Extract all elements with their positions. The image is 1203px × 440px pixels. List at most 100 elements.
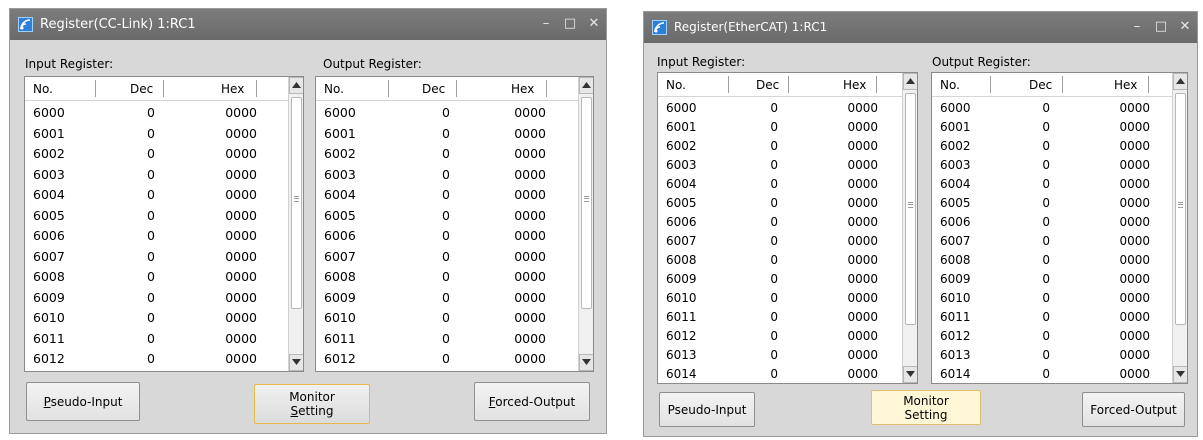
input-register-label: Input Register: [657, 55, 746, 69]
cell-dec: 0 [442, 310, 450, 325]
column-divider[interactable] [728, 76, 729, 93]
column-divider[interactable] [256, 80, 257, 97]
cell-hex: 0000 [847, 158, 878, 172]
cell-dec: 0 [147, 330, 155, 346]
cell-no: 6010 [33, 310, 65, 325]
scroll-down-arrow-icon[interactable] [579, 354, 593, 371]
cell-dec: 0 [1042, 158, 1050, 172]
cell-no: 6007 [666, 234, 697, 248]
scroll-down-arrow-icon[interactable] [903, 366, 917, 383]
cell-hex: 0000 [225, 105, 257, 120]
scrollbar-thumb[interactable] [1175, 93, 1186, 325]
cell-no: 6002 [666, 139, 697, 153]
cell-dec: 0 [147, 289, 155, 305]
pseudo-input-button[interactable]: Pseudo-Input [659, 392, 755, 427]
scrollbar-thumb[interactable] [291, 97, 302, 309]
minimize-button[interactable]: – [1129, 19, 1145, 35]
column-header-no[interactable]: No. [666, 73, 686, 97]
cell-dec: 0 [1042, 367, 1050, 381]
column-divider[interactable] [876, 76, 877, 93]
column-header-dec[interactable]: Dec [130, 77, 153, 101]
pseudo-input-button[interactable]: Pseudo-Input [26, 382, 140, 421]
column-divider[interactable] [163, 80, 164, 97]
column-header-no[interactable]: No. [940, 73, 960, 97]
column-divider[interactable] [990, 76, 991, 93]
output-register-list[interactable]: No. Dec Hex 6000 0 0000 6001 0 0000 6002 0 0000 6… [931, 72, 1188, 384]
cell-dec: 0 [442, 207, 450, 223]
cell-no: 6010 [666, 291, 697, 305]
cell-no: 6011 [33, 330, 65, 346]
close-button[interactable]: ✕ [586, 16, 602, 32]
scrollbar-thumb[interactable] [581, 97, 592, 309]
scroll-up-arrow-icon[interactable] [1173, 73, 1187, 90]
vertical-scrollbar[interactable] [288, 77, 303, 371]
cell-no: 6008 [666, 253, 697, 267]
title-bar[interactable]: Register(EtherCAT) 1:RC1 – □ ✕ [644, 12, 1197, 43]
button-label: Forced-Output [475, 395, 589, 409]
cell-hex: 0000 [225, 289, 257, 305]
close-button[interactable]: ✕ [1177, 19, 1193, 35]
cell-hex: 0000 [847, 234, 878, 248]
scroll-up-arrow-icon[interactable] [289, 77, 303, 94]
title-bar[interactable]: Register(CC-Link) 1:RC1 – □ ✕ [10, 9, 606, 40]
column-header-dec[interactable]: Dec [422, 77, 445, 101]
cell-dec: 0 [770, 196, 778, 210]
cell-hex: 0000 [847, 329, 878, 343]
column-divider[interactable] [456, 80, 457, 97]
input-register-list[interactable]: No. Dec Hex 6000 0 0000 6001 0 0000 6002 0 0000 6… [657, 72, 918, 384]
thumb-grip [908, 202, 913, 208]
column-header-hex[interactable]: Hex [221, 77, 244, 101]
list-header: No. Dec Hex [658, 73, 902, 97]
column-divider[interactable] [546, 80, 547, 97]
forced-output-button[interactable]: Forced-Output [474, 382, 590, 421]
column-header-dec[interactable]: Dec [1029, 73, 1052, 97]
cell-no: 6006 [33, 228, 65, 243]
minimize-button[interactable]: – [538, 16, 554, 32]
vertical-scrollbar[interactable] [578, 77, 593, 371]
column-header-hex[interactable]: Hex [843, 73, 866, 97]
cell-no: 6004 [324, 187, 356, 202]
cell-no: 6001 [324, 125, 356, 141]
cell-dec: 0 [1042, 234, 1050, 248]
vertical-scrollbar[interactable] [1172, 73, 1187, 383]
list-header: No. Dec Hex [932, 73, 1172, 97]
cell-dec: 0 [442, 289, 450, 305]
cell-hex: 0000 [847, 177, 878, 191]
cell-dec: 0 [442, 248, 450, 264]
output-register-list[interactable]: No. Dec Hex 6000 0 0000 6001 0 0000 6002 0 0000 6… [315, 76, 594, 372]
vertical-scrollbar[interactable] [902, 73, 917, 383]
forced-output-button[interactable]: Forced-Output [1082, 392, 1185, 427]
monitor-setting-button[interactable]: Monitor Setting [254, 384, 370, 424]
scrollbar-thumb[interactable] [905, 93, 916, 325]
column-header-hex[interactable]: Hex [511, 77, 534, 101]
scroll-down-arrow-icon[interactable] [289, 354, 303, 371]
column-header-no[interactable]: No. [324, 77, 344, 101]
button-label: Forced-Output [1090, 402, 1177, 417]
maximize-button[interactable]: □ [1153, 19, 1169, 35]
column-divider[interactable] [788, 76, 789, 93]
cell-no: 6000 [324, 105, 356, 120]
cell-dec: 0 [442, 228, 450, 243]
scroll-down-arrow-icon[interactable] [1173, 366, 1187, 383]
cell-hex: 0000 [847, 348, 878, 362]
button-label: Monitor Setting [255, 390, 369, 418]
cell-dec: 0 [1042, 101, 1050, 115]
cell-no: 6010 [324, 310, 356, 325]
cell-dec: 0 [770, 291, 778, 305]
column-divider[interactable] [1148, 76, 1149, 93]
scroll-up-arrow-icon[interactable] [903, 73, 917, 90]
input-register-list[interactable]: No. Dec Hex 6000 0 0000 6001 0 0000 6002 0 0000 6… [24, 76, 304, 372]
monitor-setting-button[interactable]: Monitor Setting [871, 390, 981, 425]
column-divider[interactable] [1062, 76, 1063, 93]
cell-dec: 0 [770, 329, 778, 343]
maximize-button[interactable]: □ [562, 16, 578, 32]
scroll-up-arrow-icon[interactable] [579, 77, 593, 94]
column-header-hex[interactable]: Hex [1114, 73, 1137, 97]
cell-no: 6006 [666, 215, 697, 229]
column-divider[interactable] [95, 80, 96, 97]
cell-dec: 0 [147, 146, 155, 161]
cell-hex: 0000 [1119, 196, 1150, 210]
column-divider[interactable] [388, 80, 389, 97]
column-header-no[interactable]: No. [33, 77, 53, 101]
column-header-dec[interactable]: Dec [756, 73, 779, 97]
